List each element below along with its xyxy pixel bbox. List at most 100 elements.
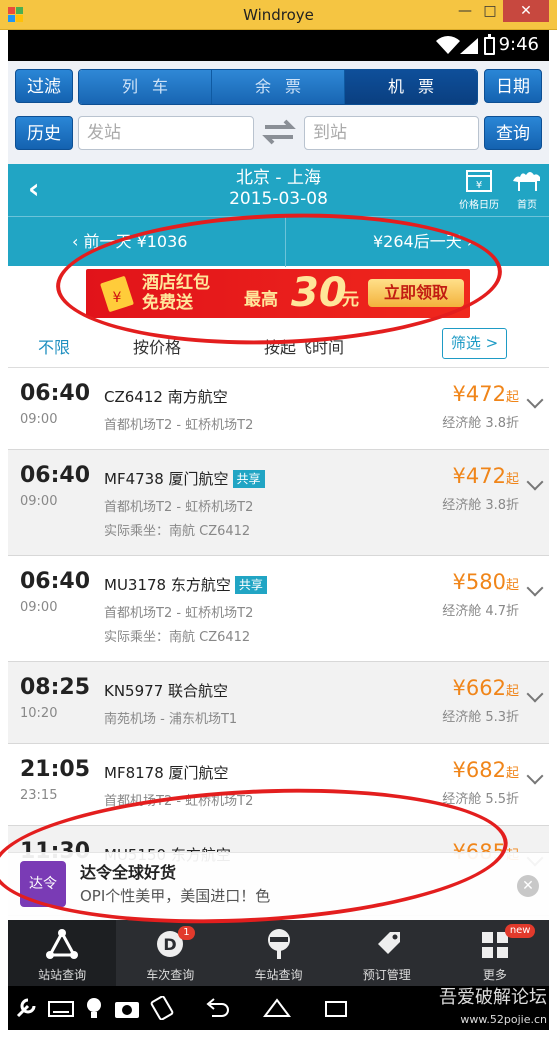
flight-row[interactable]: 21:05 23:15 MF8178 厦门航空 首都机场T2 - 虹桥机场T2 ¥682… [8,744,549,826]
airports: 首都机场T2 - 虹桥机场T2 [104,794,254,809]
banner-title: 酒店红包 免费送 [142,273,210,313]
actual-carrier: 实际乘坐：南航 CZ6412 [104,524,251,539]
airports: 首都机场T2 - 虹桥机场T2 [104,500,254,515]
next-day-button[interactable]: ¥264后一天 › [373,217,473,267]
departure-time: 06:40 [20,381,91,406]
tab-more[interactable]: new 更多 [441,920,549,986]
filter-button[interactable]: 过滤 [15,69,73,103]
sort-by-departure-time[interactable]: 按起飞时间 [264,334,344,358]
arrival-time: 09:00 [20,494,58,509]
chevron-down-icon[interactable] [526,473,544,491]
ad-close-icon[interactable]: ✕ [517,875,539,897]
signal-icon [460,38,478,54]
rotate-icon[interactable] [150,996,174,1020]
chevron-down-icon[interactable] [526,767,544,785]
from-station-input[interactable]: 发站 [78,116,254,150]
divider [285,217,286,267]
departure-time: 21:05 [20,757,91,782]
home-button[interactable]: 首页 [507,167,547,211]
price-suffix: 起 [505,390,519,405]
tab-booking-management[interactable]: 预订管理 [333,920,441,986]
claim-now-button[interactable]: 立即领取 [368,279,464,307]
tab-remaining-tickets[interactable]: 余票 [212,70,345,104]
battery-icon [484,34,495,55]
arrival-time: 23:15 [20,788,58,803]
flight-number-airline: KN5977 联合航空 [104,682,228,700]
previous-day-label: 前一天 ¥1036 [83,232,188,251]
chevron-down-icon[interactable] [526,579,544,597]
chevron-down-icon[interactable] [526,685,544,703]
tab-train[interactable]: 列车 [79,70,212,104]
previous-day-button[interactable]: ‹ 前一天 ¥1036 [72,217,187,267]
to-station-input[interactable]: 到站 [304,116,479,150]
codeshare-badge: 共享 [234,576,267,594]
cabin-discount: 经济舱 3.8折 [442,498,519,513]
route-triangle-icon [46,929,79,959]
watermark-title: 吾爱破解论坛 [439,987,547,1008]
tab-station-info[interactable]: 车站查询 [224,920,332,986]
swap-icon[interactable] [259,117,299,147]
home-label: 首页 [517,200,537,211]
svg-text:¥: ¥ [113,290,122,306]
price-suffix: 起 [505,766,519,781]
price-suffix: 起 [505,684,519,699]
home-icon[interactable] [262,996,292,1020]
minimize-button[interactable]: — [452,0,478,22]
wrench-icon[interactable] [14,996,38,1020]
ad-logo: 达令 [20,861,66,907]
cabin-discount: 经济舱 5.3折 [442,710,519,725]
price-calendar-button[interactable]: ¥ 价格日历 [454,167,504,211]
tab-train-number-query[interactable]: D 1 车次查询 [116,920,224,986]
svg-text:D: D [164,935,177,954]
filter-unlimited[interactable]: 不限 [38,334,70,358]
tab-label: 车站查询 [254,968,303,982]
ad-banner[interactable]: 达令 达令全球好货 OPI个性美甲，美国进口！色 ✕ [8,852,549,920]
keyboard-icon[interactable] [48,996,74,1020]
camera-icon[interactable] [114,996,140,1020]
flight-row[interactable]: 06:40 09:00 CZ6412 南方航空 首都机场T2 - 虹桥机场T2 ¥472… [8,368,549,450]
lightbulb-icon[interactable] [84,996,104,1020]
flight-row[interactable]: 06:40 09:00 MU3178 东方航空 共享 首都机场T2 - 虹桥机场T2 实际… [8,556,549,662]
station-sign-icon [267,929,290,959]
calendar-icon: ¥ [466,170,492,192]
price-value: ¥472 [452,382,506,406]
search-toolbar: 过滤 列车 余票 机票 日期 历史 发站 到站 查询 [8,61,549,164]
date-button[interactable]: 日期 [484,69,542,103]
screen-button[interactable]: 筛选 > [442,328,507,359]
ad-subtitle: OPI个性美甲，美国进口！色 [80,887,271,905]
close-button[interactable]: ✕ [503,0,549,22]
recent-apps-icon[interactable] [322,996,350,1020]
maximize-button[interactable]: □ [478,0,502,22]
query-button[interactable]: 查询 [484,116,542,150]
watermark: 吾爱破解论坛 www.52pojie.cn [439,988,547,1030]
system-navigation-bar: 吾爱破解论坛 www.52pojie.cn [8,986,549,1030]
flight-name: MF4738 厦门航空 共享 [104,468,265,489]
wifi-icon [436,36,460,54]
tab-station-query[interactable]: 站站查询 [8,920,117,986]
day-navigation: ‹ 前一天 ¥1036 ¥264后一天 › [8,216,549,267]
arrival-time: 09:00 [20,412,58,427]
hotel-promo-banner[interactable]: ¥ 酒店红包 免费送 最高 30 元 立即领取 [86,269,470,318]
sort-by-price[interactable]: 按价格 [133,334,181,358]
sort-filter-bar: 不限 按价格 按起飞时间 筛选 > [8,320,549,368]
price-suffix: 起 [505,472,519,487]
tab-label: 预订管理 [362,968,411,982]
flight-name: CZ6412 南方航空 [104,386,228,407]
chevron-down-icon[interactable] [526,391,544,409]
tab-air-tickets[interactable]: 机票 [345,70,477,104]
banner-amount: 30 [291,270,347,316]
cabin-discount: 经济舱 4.7折 [442,604,519,619]
banner-unit: 元 [342,290,359,310]
flight-row[interactable]: 06:40 09:00 MF4738 厦门航空 共享 首都机场T2 - 虹桥机场T2 实际… [8,450,549,556]
back-icon[interactable] [202,996,230,1020]
flight-name: MF8178 厦门航空 [104,762,229,783]
flight-row[interactable]: 08:25 10:20 KN5977 联合航空 南苑机场 - 浦东机场T1 ¥662起经… [8,662,549,744]
watermark-url: www.52pojie.cn [460,1013,547,1026]
banner-line1: 酒店红包 [142,273,210,293]
phone-screen: 9:46 过滤 列车 余票 机票 日期 历史 发站 到站 查询 ‹ 北京 - 上… [8,30,549,1030]
actual-carrier: 实际乘坐：南航 CZ6412 [104,630,251,645]
mode-tabs: 列车 余票 机票 [78,69,478,105]
history-button[interactable]: 历史 [15,116,73,150]
clock: 9:46 [498,34,539,55]
tab-label: 站站查询 [38,968,87,982]
